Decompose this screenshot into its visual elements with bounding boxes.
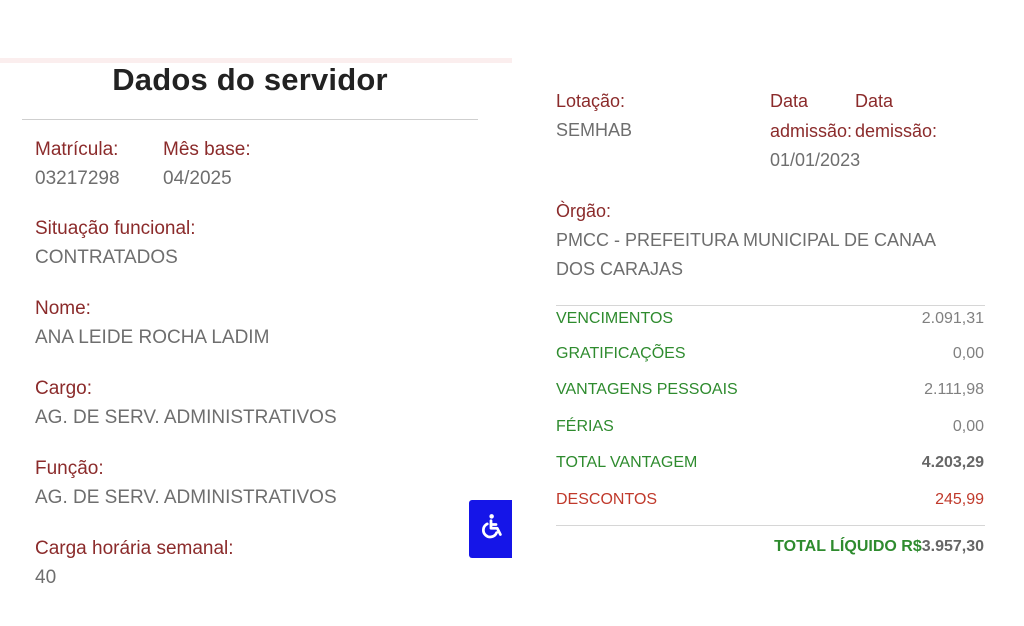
wheelchair-icon xyxy=(476,512,506,547)
matricula-label: Matrícula: xyxy=(35,139,119,160)
lotacao-label: Lotação: xyxy=(556,91,626,111)
funcao-label: Função: xyxy=(35,458,104,479)
total-liquido-label: TOTAL LÍQUIDO R$ xyxy=(774,538,922,555)
title-divider xyxy=(22,119,478,120)
orgao-label: Òrgão: xyxy=(556,201,612,221)
carga-horaria-value: 40 xyxy=(35,567,57,588)
ferias-value: 0,00 xyxy=(952,418,984,435)
total-vantagem-label: TOTAL VANTAGEM xyxy=(556,454,698,471)
data-demissao-label-line2: demissão: xyxy=(855,121,938,141)
cargo-label: Cargo: xyxy=(35,378,93,399)
ferias-label: FÉRIAS xyxy=(556,418,614,435)
cargo-value: AG. DE SERV. ADMINISTRATIVOS xyxy=(35,407,337,428)
matricula-value: 03217298 xyxy=(35,168,120,189)
vantagens-pessoais-value: 2.111,98 xyxy=(924,381,984,398)
descontos-value: 245,99 xyxy=(935,491,984,508)
orgao-value-line1: PMCC - PREFEITURA MUNICIPAL DE CANAA xyxy=(556,230,937,250)
orgao-value-line2: DOS CARAJAS xyxy=(556,259,684,279)
total-vantagem-value: 4.203,29 xyxy=(921,454,984,471)
carga-horaria-label: Carga horária semanal: xyxy=(35,538,234,559)
data-admissao-label-line1: Data xyxy=(770,91,809,111)
total-liquido-value: 3.957,30 xyxy=(921,538,984,555)
data-admissao-label-line2: admissão: xyxy=(770,121,853,141)
mes-base-value: 04/2025 xyxy=(163,168,232,189)
nome-label: Nome: xyxy=(35,298,91,319)
finance-bottom-divider xyxy=(556,525,985,526)
total-liquido: TOTAL LÍQUIDO R$3.957,30 xyxy=(774,538,984,556)
nome-value: ANA LEIDE ROCHA LADIM xyxy=(35,327,270,348)
situacao-funcional-value: CONTRATADOS xyxy=(35,247,178,268)
lotacao-value: SEMHAB xyxy=(556,120,633,140)
descontos-label: DESCONTOS xyxy=(556,491,658,508)
finance-top-divider xyxy=(556,305,985,306)
mes-base-label: Mês base: xyxy=(163,139,251,160)
data-admissao-value: 01/01/2023 xyxy=(770,150,861,170)
accessibility-button[interactable] xyxy=(469,500,512,558)
vencimentos-value: 2.091,31 xyxy=(921,310,984,327)
vantagens-pessoais-label: VANTAGENS PESSOAIS xyxy=(556,381,738,398)
gratificacoes-label: GRATIFICAÇÕES xyxy=(556,345,686,362)
gratificacoes-value: 0,00 xyxy=(952,345,984,362)
data-demissao-label-line1: Data xyxy=(855,91,894,111)
vencimentos-label: VENCIMENTOS xyxy=(556,310,674,327)
funcao-value: AG. DE SERV. ADMINISTRATIVOS xyxy=(35,487,337,508)
situacao-funcional-label: Situação funcional: xyxy=(35,218,196,239)
page-title: Dados do servidor xyxy=(112,62,388,97)
